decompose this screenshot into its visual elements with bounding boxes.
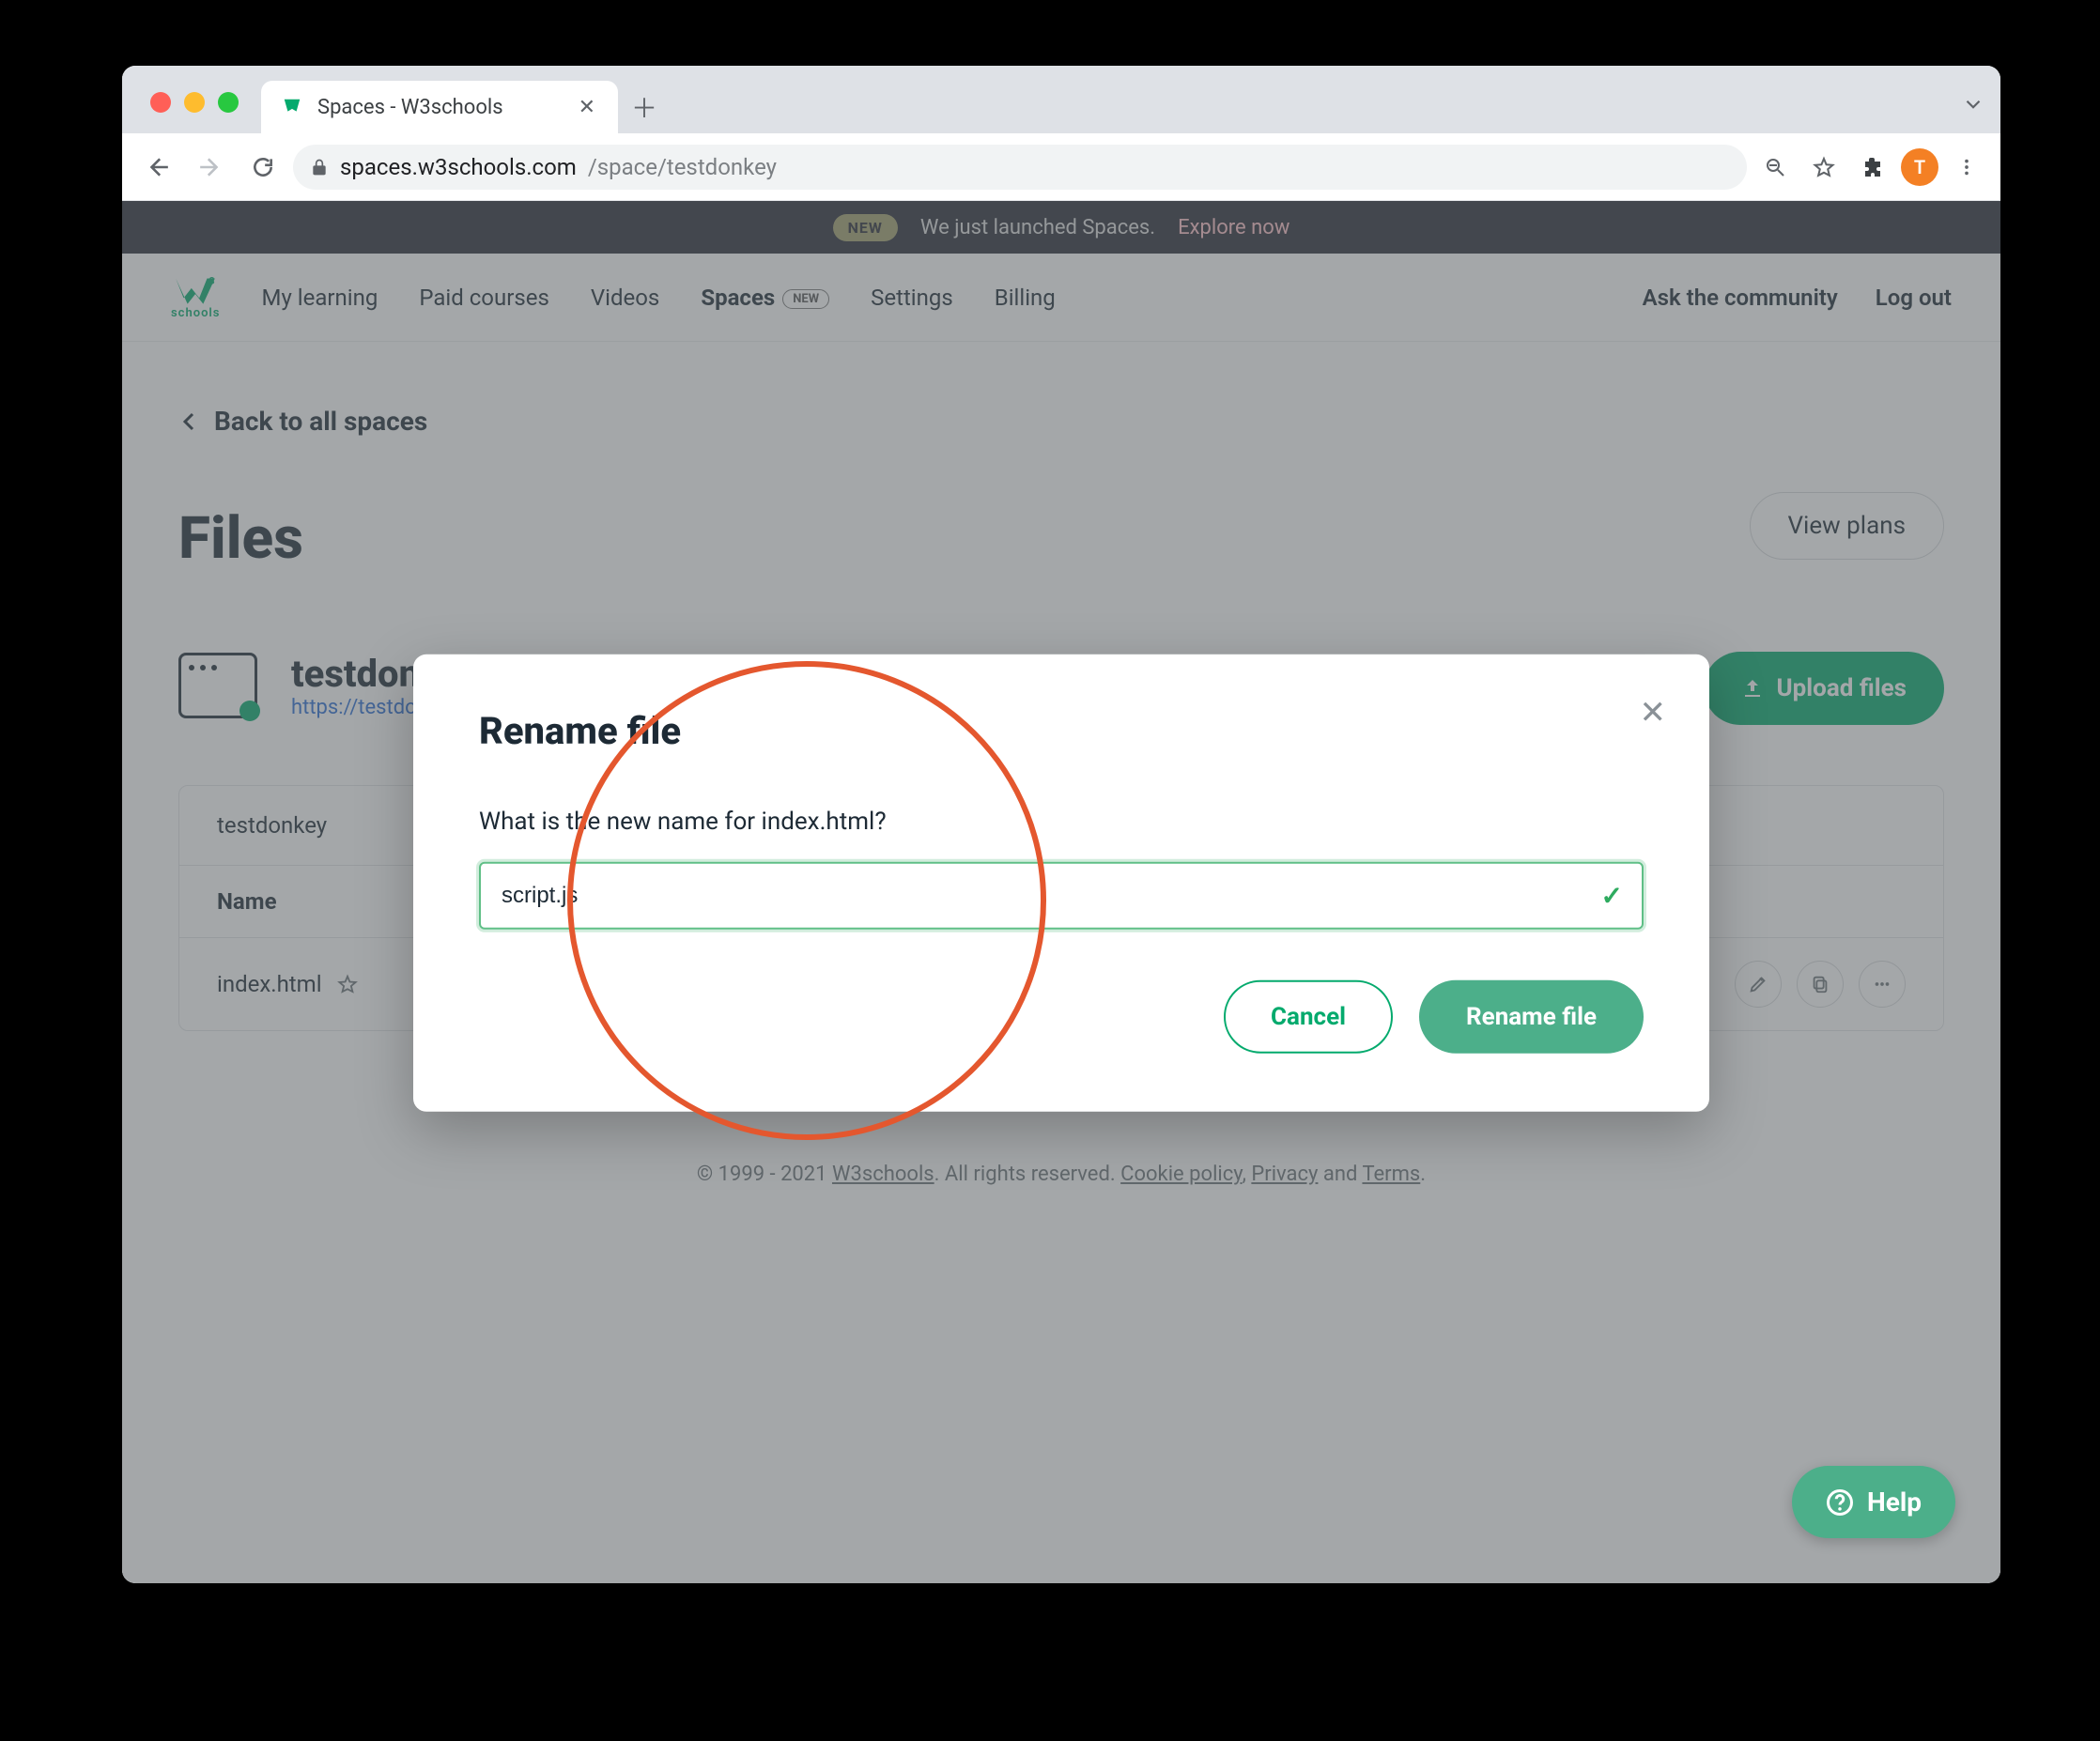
- modal-title: Rename file: [479, 709, 1644, 753]
- window-controls: [150, 92, 239, 113]
- url-field[interactable]: spaces.w3schools.com/space/testdonkey: [293, 145, 1747, 190]
- forward-button[interactable]: [188, 145, 233, 190]
- tabs-dropdown-icon[interactable]: [1961, 92, 1985, 116]
- extensions-icon[interactable]: [1852, 146, 1893, 188]
- back-button[interactable]: [135, 145, 180, 190]
- rename-confirm-button[interactable]: Rename file: [1419, 980, 1644, 1054]
- fullscreen-window-icon[interactable]: [218, 92, 239, 113]
- tab-title: Spaces - W3schools: [317, 96, 503, 119]
- menu-icon[interactable]: [1946, 146, 1987, 188]
- address-bar: spaces.w3schools.com/space/testdonkey T: [122, 133, 2000, 201]
- tab-close-icon[interactable]: ✕: [575, 92, 599, 123]
- modal-prompt: What is the new name for index.html?: [479, 808, 1644, 836]
- rename-file-modal: Rename file ✕ What is the new name for i…: [413, 655, 1709, 1112]
- help-icon: [1826, 1488, 1854, 1517]
- filename-input-wrapper: ✓: [479, 862, 1644, 930]
- reload-button[interactable]: [240, 145, 286, 190]
- modal-close-button[interactable]: ✕: [1640, 694, 1667, 732]
- url-path: /space/testdonkey: [588, 154, 777, 180]
- lock-icon: [310, 158, 329, 177]
- filename-input[interactable]: [502, 883, 1589, 909]
- minimize-window-icon[interactable]: [184, 92, 205, 113]
- tab-strip: Spaces - W3schools ✕ ＋: [122, 66, 2000, 133]
- valid-check-icon: ✓: [1601, 880, 1623, 911]
- star-icon[interactable]: [1803, 146, 1845, 188]
- favicon-icon: [280, 95, 304, 119]
- profile-avatar[interactable]: T: [1901, 148, 1938, 186]
- zoom-icon[interactable]: [1754, 146, 1796, 188]
- page-content: NEW We just launched Spaces. Explore now…: [122, 201, 2000, 1583]
- browser-tab[interactable]: Spaces - W3schools ✕: [261, 81, 618, 133]
- cancel-button[interactable]: Cancel: [1224, 980, 1393, 1054]
- close-window-icon[interactable]: [150, 92, 171, 113]
- browser-window: Spaces - W3schools ✕ ＋ spac: [122, 66, 2000, 1583]
- url-host: spaces.w3schools.com: [340, 154, 577, 180]
- new-tab-button[interactable]: ＋: [618, 81, 671, 133]
- help-button[interactable]: Help: [1792, 1466, 1955, 1538]
